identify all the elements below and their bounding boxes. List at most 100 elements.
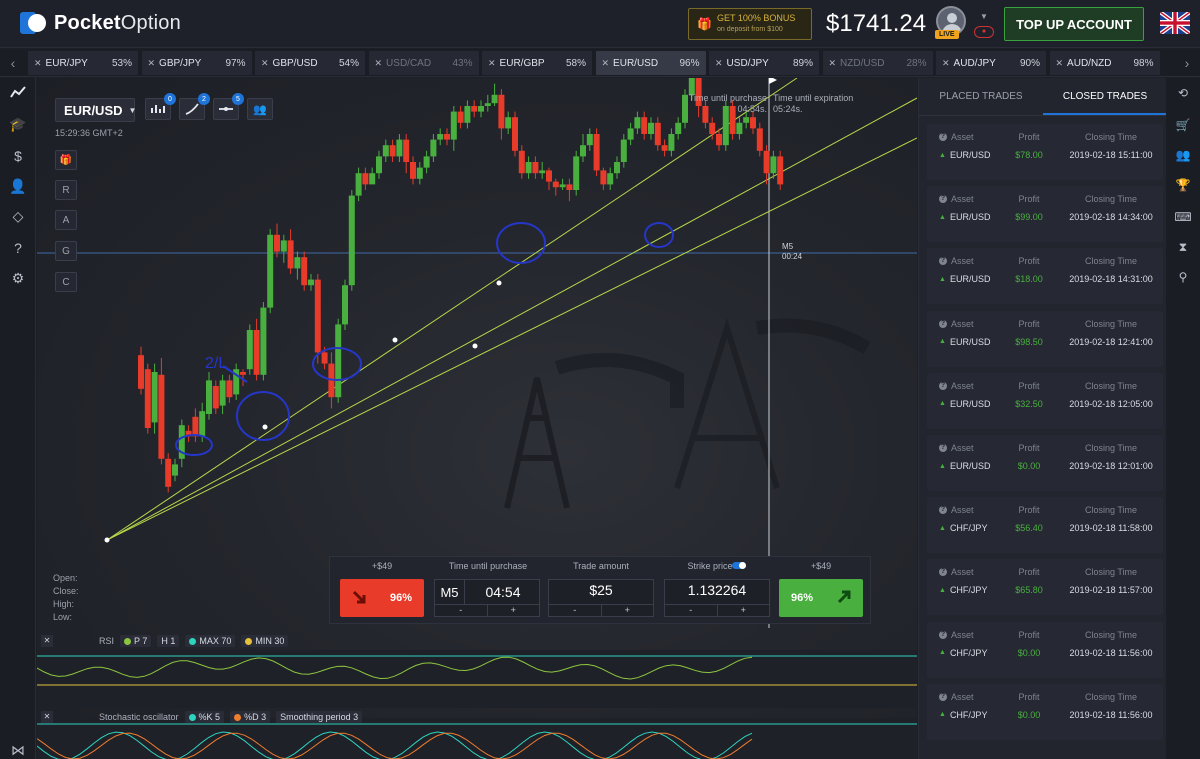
- top-up-account-button[interactable]: TOP UP ACCOUNT: [1004, 7, 1144, 41]
- trade-row[interactable]: ? Asset Profit Closing Time ▲ CHF/JPY $56.40 20…: [927, 497, 1163, 554]
- strike-plus-button[interactable]: +: [716, 605, 770, 616]
- trade-row[interactable]: ? Asset Profit Closing Time ▲ EUR/USD $78.00 20…: [927, 124, 1163, 180]
- gear-icon[interactable]: ⚙: [8, 268, 28, 288]
- put-down-button[interactable]: 96%: [340, 579, 424, 617]
- user-icon[interactable]: 👤: [8, 176, 28, 196]
- chevron-right-icon[interactable]: ›: [1178, 53, 1196, 73]
- info-icon[interactable]: ?: [939, 444, 947, 452]
- gift-tool-button[interactable]: 🎁: [55, 150, 77, 170]
- keyboard-icon[interactable]: ⌨: [1174, 208, 1192, 226]
- indicators-button[interactable]: 0: [145, 93, 176, 120]
- trade-row[interactable]: ? Asset Profit Closing Time ▲ EUR/USD $0.00 201…: [927, 435, 1163, 491]
- time-minus-button[interactable]: -: [435, 605, 487, 616]
- community-icon[interactable]: 👥: [1174, 146, 1192, 164]
- side-button-c[interactable]: C: [55, 272, 77, 292]
- strike-minus-button[interactable]: -: [665, 605, 717, 616]
- trade-row[interactable]: ? Asset Profit Closing Time ▲ CHF/JPY $65.80 20…: [927, 559, 1163, 616]
- asset-tab[interactable]: ✕ GBP/JPY 97%: [141, 51, 252, 75]
- info-icon[interactable]: ?: [939, 630, 947, 639]
- stoch-param-d[interactable]: %D 3: [230, 711, 271, 723]
- rsi-param-max[interactable]: MAX 70: [185, 635, 236, 647]
- chart-icon[interactable]: [8, 84, 28, 104]
- dollar-icon[interactable]: $: [8, 146, 28, 166]
- close-icon[interactable]: ✕: [829, 58, 837, 69]
- close-icon[interactable]: ✕: [148, 58, 156, 69]
- close-icon[interactable]: ✕: [375, 58, 383, 69]
- info-icon[interactable]: ?: [939, 195, 947, 204]
- rsi-param-h[interactable]: H 1: [157, 635, 180, 647]
- education-icon[interactable]: 🎓: [8, 114, 28, 134]
- social-button[interactable]: 👥: [247, 98, 273, 120]
- price-chart[interactable]: 2/L: [37, 78, 917, 759]
- time-input[interactable]: M5 04:54 - +: [434, 579, 540, 617]
- rsi-param-period[interactable]: P 7: [120, 635, 152, 647]
- amount-plus-button[interactable]: +: [600, 605, 654, 616]
- zoom-icon[interactable]: ⚲: [1174, 268, 1192, 286]
- asset-tab[interactable]: ✕ NZD/USD 28%: [822, 51, 933, 75]
- chevron-down-icon[interactable]: ▼: [980, 12, 988, 21]
- asset-tab[interactable]: ✕ EUR/GBP 58%: [482, 51, 592, 75]
- asset-tab[interactable]: ✕ GBP/USD 54%: [255, 51, 365, 75]
- cart-icon[interactable]: 🛒: [1174, 116, 1192, 134]
- strike-price-toggle[interactable]: [732, 562, 746, 569]
- rsi-param-min[interactable]: MIN 30: [241, 635, 289, 647]
- stoch-param-k[interactable]: %K 5: [184, 711, 225, 723]
- asset-tab[interactable]: ✕ AUD/JPY 90%: [936, 51, 1046, 75]
- trade-row[interactable]: ? Asset Profit Closing Time ▲ EUR/USD $99.00 20…: [927, 186, 1163, 243]
- asset-tab[interactable]: ✕ EUR/USD 96%: [595, 51, 706, 75]
- side-button-r[interactable]: R: [55, 180, 77, 200]
- close-icon[interactable]: ✕: [715, 58, 723, 69]
- help-icon[interactable]: ?: [8, 238, 28, 258]
- info-icon[interactable]: ?: [939, 692, 947, 701]
- info-icon[interactable]: ?: [939, 381, 947, 390]
- uk-flag-icon[interactable]: [1160, 12, 1190, 34]
- close-icon[interactable]: ✕: [602, 58, 610, 69]
- info-icon[interactable]: ?: [939, 319, 947, 328]
- timeframe-button[interactable]: 5: [213, 93, 244, 120]
- chart-area[interactable]: 2/L EUR/USD ▼ 0 2 5 👥 15:29:36 GMT+2 🎁 R…: [37, 78, 917, 759]
- info-icon[interactable]: ?: [939, 506, 947, 515]
- strike-price-input[interactable]: 1.132264 - +: [664, 579, 770, 617]
- asset-tab[interactable]: ✕ USD/JPY 89%: [709, 51, 819, 75]
- info-icon[interactable]: ?: [939, 568, 947, 577]
- close-icon[interactable]: ✕: [34, 58, 42, 69]
- call-up-button[interactable]: 96%: [779, 579, 863, 617]
- notification-icon[interactable]: ●: [974, 26, 994, 38]
- side-button-a[interactable]: A: [55, 210, 77, 230]
- close-icon[interactable]: ✕: [41, 635, 53, 647]
- trade-row[interactable]: ? Asset Profit Closing Time ▲ EUR/USD $98.50 20…: [927, 310, 1163, 367]
- trophy-icon[interactable]: 🏆: [1174, 176, 1192, 194]
- stoch-param-smoothing[interactable]: Smoothing period 3: [276, 711, 363, 723]
- trade-amount-input[interactable]: $25 - +: [548, 579, 654, 617]
- close-icon[interactable]: ✕: [1056, 58, 1064, 69]
- drawing-tools-button[interactable]: 2: [179, 93, 210, 120]
- hourglass-icon[interactable]: ⧗: [1174, 238, 1192, 256]
- timeframe-selector[interactable]: M5: [435, 580, 465, 605]
- close-icon[interactable]: ✕: [41, 711, 53, 723]
- asset-tab[interactable]: ✕ EUR/JPY 53%: [28, 51, 138, 75]
- close-icon[interactable]: ✕: [261, 58, 269, 69]
- side-button-g[interactable]: G: [55, 241, 77, 261]
- info-icon[interactable]: ?: [939, 257, 947, 266]
- asset-selector[interactable]: EUR/USD ▼: [55, 98, 136, 122]
- diamond-icon[interactable]: ◇: [8, 206, 28, 226]
- trade-row[interactable]: ? Asset Profit Closing Time ▲ EUR/USD $18.00 20…: [927, 248, 1163, 305]
- history-icon[interactable]: ⟲: [1174, 84, 1192, 102]
- share-icon[interactable]: ⋈: [8, 740, 28, 759]
- asset-tab[interactable]: ✕ AUD/NZD 98%: [1049, 51, 1160, 75]
- info-icon[interactable]: ?: [939, 133, 947, 141]
- close-icon[interactable]: ✕: [488, 58, 496, 69]
- logo[interactable]: PocketOption: [20, 10, 181, 36]
- trade-row[interactable]: ? Asset Profit Closing Time ▲ CHF/JPY $0.00 201…: [927, 683, 1163, 740]
- tab-closed-trades[interactable]: CLOSED TRADES: [1043, 78, 1166, 115]
- tab-placed-trades[interactable]: PLACED TRADES: [919, 78, 1043, 115]
- close-icon[interactable]: ✕: [942, 58, 950, 69]
- bonus-button[interactable]: 🎁 GET 100% BONUS on deposit from $100: [688, 8, 812, 40]
- timeframe-count: 5: [232, 93, 244, 105]
- time-plus-button[interactable]: +: [486, 605, 540, 616]
- trade-row[interactable]: ? Asset Profit Closing Time ▲ EUR/USD $32.50 20…: [927, 372, 1163, 429]
- chevron-left-icon[interactable]: ‹: [4, 53, 22, 73]
- asset-tab[interactable]: ✕ USD/CAD 43%: [368, 51, 479, 75]
- amount-minus-button[interactable]: -: [549, 605, 601, 616]
- trade-row[interactable]: ? Asset Profit Closing Time ▲ CHF/JPY $0.00 201…: [927, 621, 1163, 678]
